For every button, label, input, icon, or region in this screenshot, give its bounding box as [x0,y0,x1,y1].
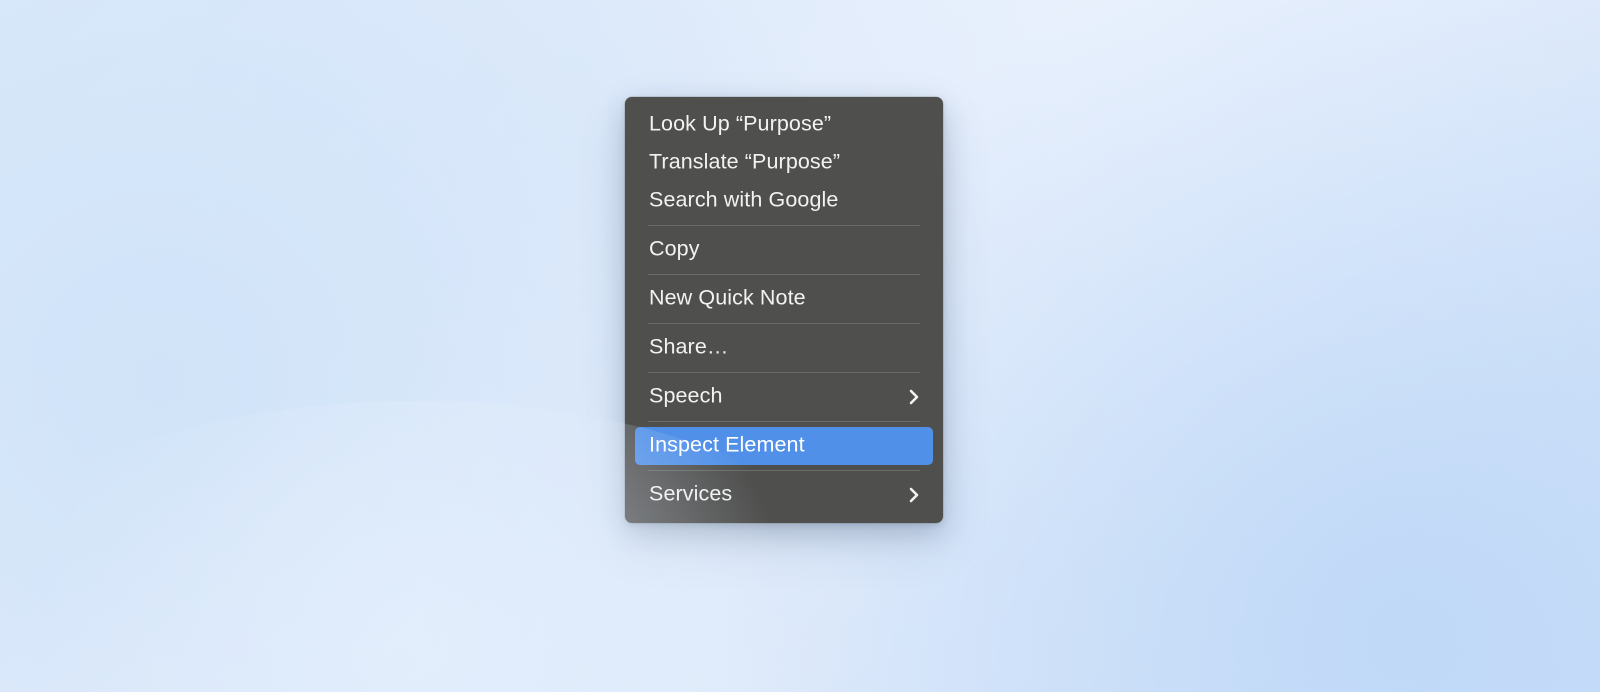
menu-separator [648,225,920,226]
menu-item-label: Services [649,484,732,506]
menu-item-label: Speech [649,386,723,408]
menu-group: Look Up “Purpose” Translate “Purpose” Sear… [625,106,943,220]
menu-item-label: Copy [649,239,700,261]
menu-separator [648,372,920,373]
desktop-background: Look Up “Purpose” Translate “Purpose” Sear… [0,0,1600,692]
menu-group: Share… [625,329,943,367]
menu-separator [648,274,920,275]
menu-item-speech[interactable]: Speech [635,378,933,416]
menu-item-search-with-google[interactable]: Search with Google [635,182,933,220]
menu-item-share[interactable]: Share… [635,329,933,367]
menu-separator [648,323,920,324]
menu-item-label: Inspect Element [649,435,805,457]
menu-item-new-quick-note[interactable]: New Quick Note [635,280,933,318]
menu-separator [648,421,920,422]
context-menu: Look Up “Purpose” Translate “Purpose” Sear… [625,97,943,523]
menu-item-translate[interactable]: Translate “Purpose” [635,144,933,182]
menu-item-label: Share… [649,337,728,359]
menu-group: Speech [625,378,943,416]
menu-item-look-up[interactable]: Look Up “Purpose” [635,106,933,144]
menu-item-label: Translate “Purpose” [649,152,840,174]
menu-item-copy[interactable]: Copy [635,231,933,269]
chevron-right-icon [906,485,922,505]
menu-item-label: Search with Google [649,190,838,212]
chevron-right-icon [906,387,922,407]
menu-item-label: Look Up “Purpose” [649,114,831,136]
menu-group: Inspect Element [625,427,943,465]
menu-group: Copy [625,231,943,269]
menu-item-label: New Quick Note [649,288,806,310]
menu-group: New Quick Note [625,280,943,318]
menu-item-inspect-element[interactable]: Inspect Element [635,427,933,465]
menu-item-services[interactable]: Services [635,476,933,514]
menu-separator [648,470,920,471]
menu-group: Services [625,476,943,514]
